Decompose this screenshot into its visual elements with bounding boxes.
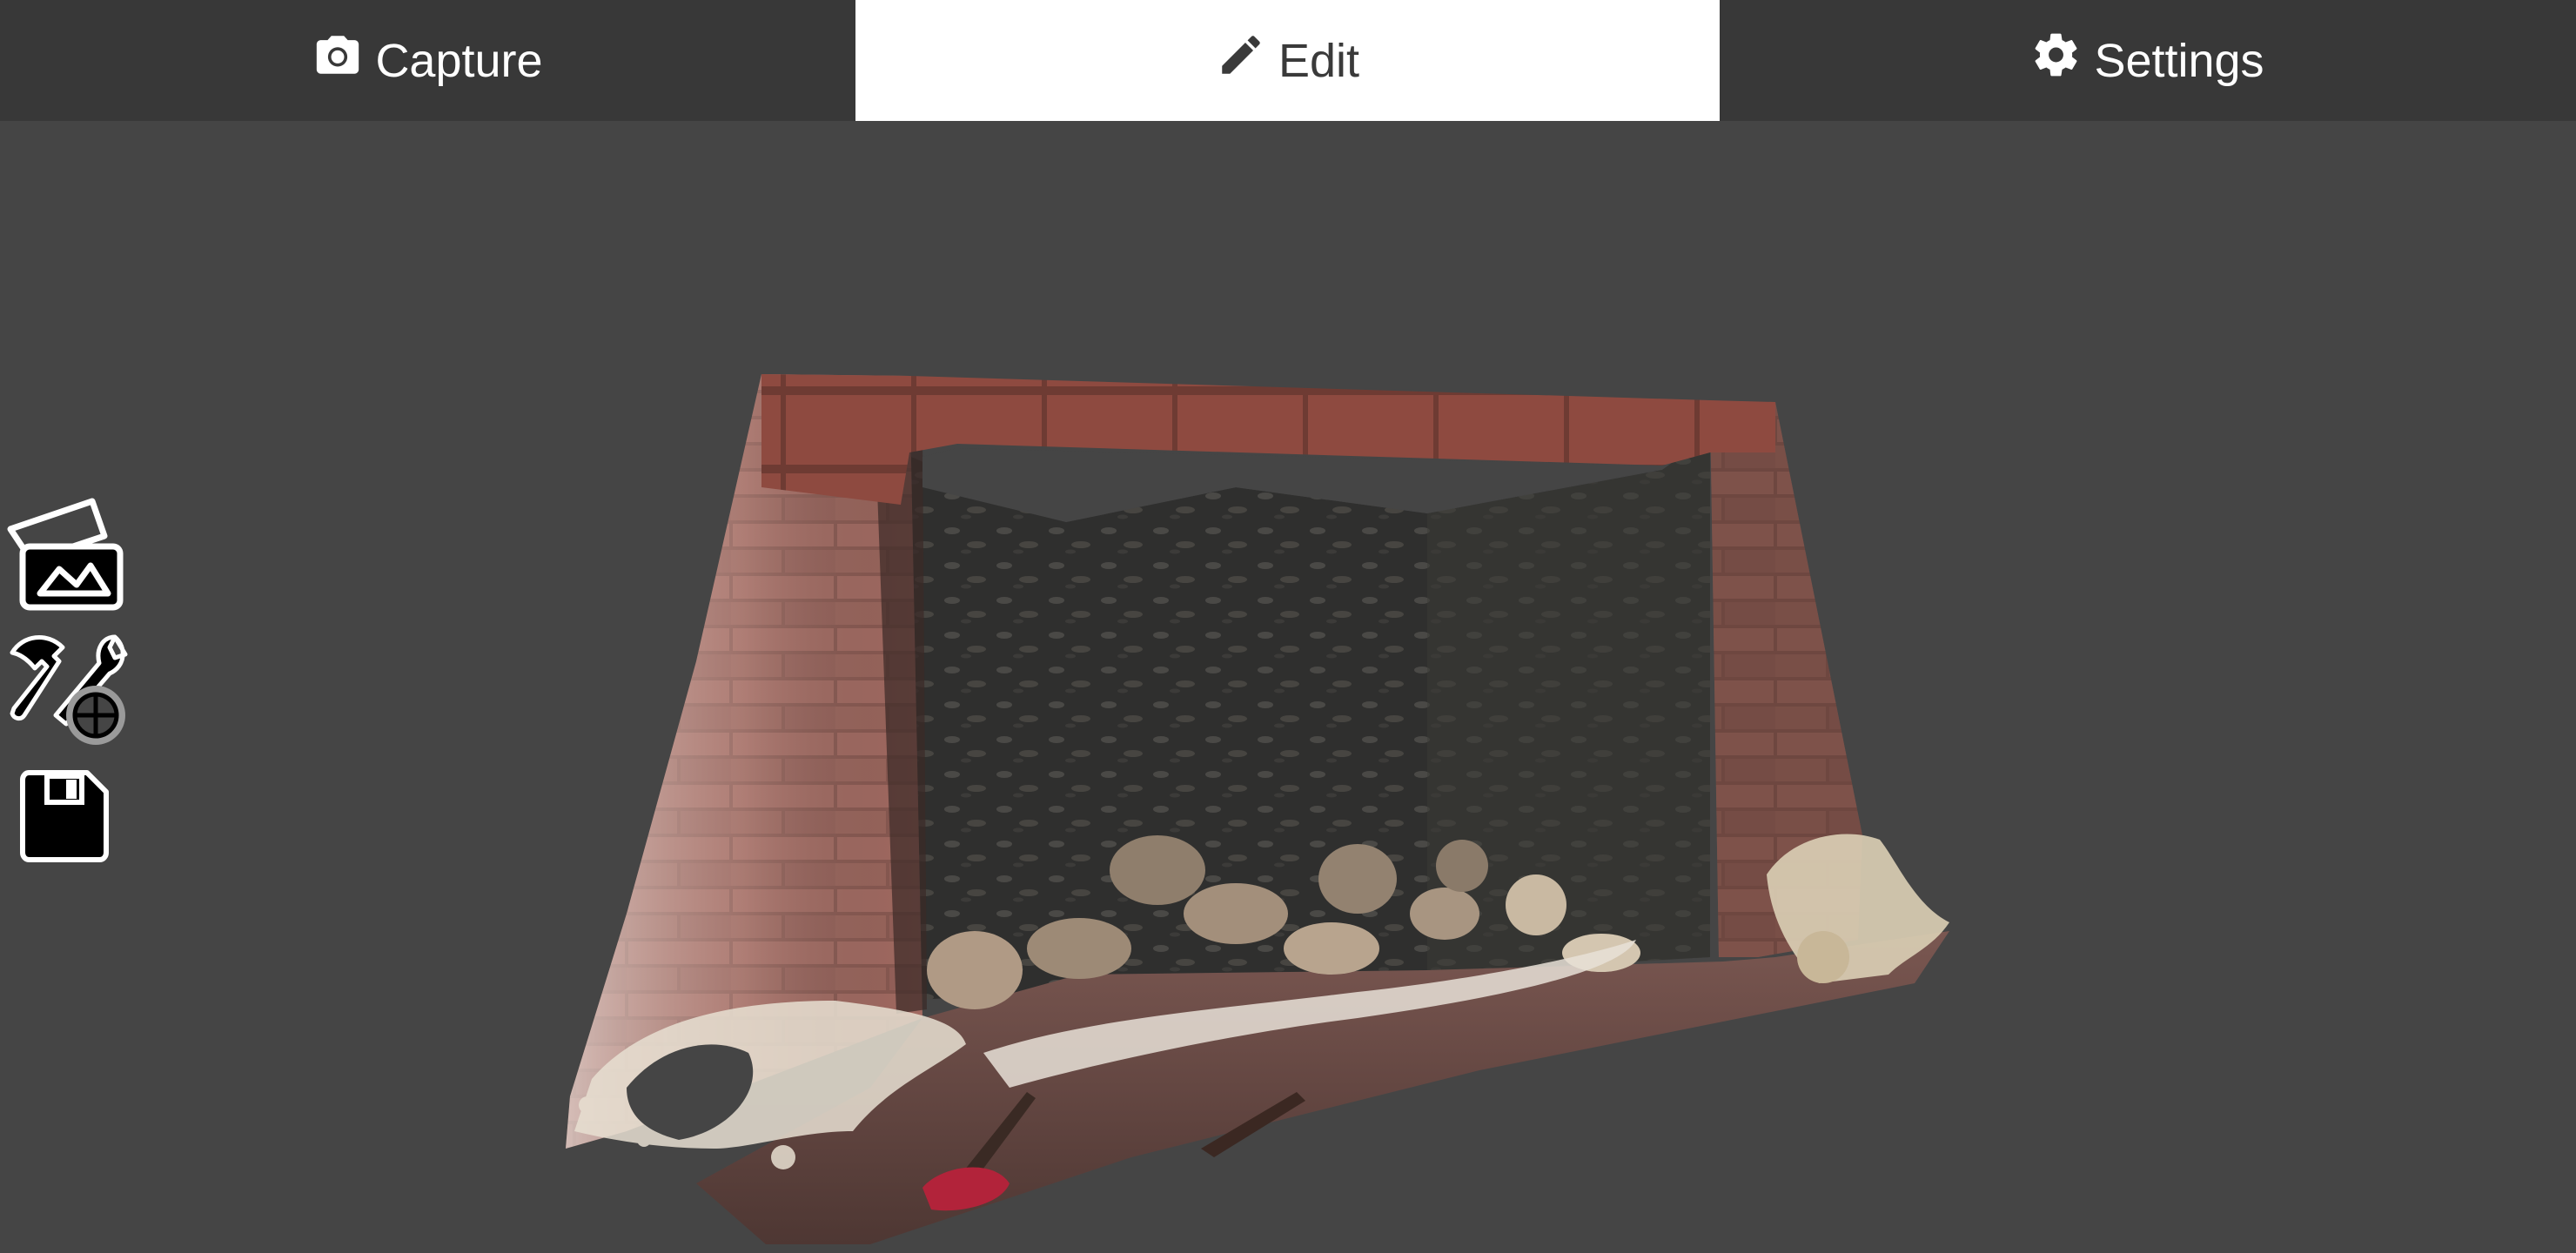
tab-settings-label: Settings bbox=[2094, 34, 2264, 87]
3d-viewport[interactable] bbox=[0, 121, 2576, 1253]
tab-edit-label: Edit bbox=[1278, 34, 1360, 87]
mode-tab-bar: Capture Edit Settings bbox=[0, 0, 2576, 121]
pencil-icon bbox=[1216, 30, 1278, 91]
hammer-wrench-icon bbox=[5, 628, 131, 750]
camera-icon bbox=[312, 30, 375, 91]
tab-capture-label: Capture bbox=[375, 34, 543, 87]
tab-settings[interactable]: Settings bbox=[1720, 0, 2576, 121]
save-button[interactable] bbox=[16, 767, 113, 865]
gallery-button[interactable] bbox=[5, 496, 127, 613]
gear-icon bbox=[2031, 30, 2094, 91]
tab-capture[interactable]: Capture bbox=[0, 0, 855, 121]
tab-edit[interactable]: Edit bbox=[855, 0, 1720, 121]
point-cloud-model[interactable] bbox=[0, 121, 2576, 1253]
save-icon bbox=[16, 767, 113, 865]
gallery-icon bbox=[5, 496, 127, 613]
tools-button[interactable] bbox=[5, 628, 131, 750]
app-window: Capture Edit Settings bbox=[0, 0, 2576, 1253]
